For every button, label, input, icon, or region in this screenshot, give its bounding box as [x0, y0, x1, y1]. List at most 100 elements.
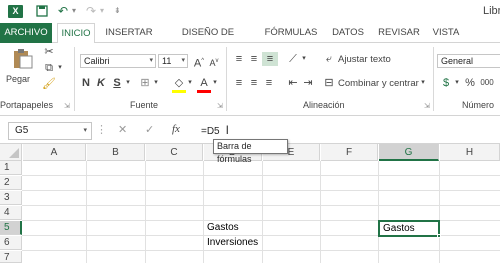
gridline	[22, 250, 500, 251]
orientation-dropdown-icon[interactable]: ▾	[300, 52, 308, 66]
gridline	[145, 161, 146, 263]
font-launcher-icon[interactable]: ⇲	[217, 102, 223, 110]
formula-input[interactable]: =D5 I	[196, 122, 500, 140]
cell-d6[interactable]: Inversiones	[204, 236, 274, 250]
gridline	[86, 161, 87, 263]
column-header-h[interactable]: H	[440, 144, 500, 161]
percent-button[interactable]: %	[464, 76, 476, 90]
font-size-combo[interactable]: 11 ▾	[158, 54, 188, 68]
align-right-icon[interactable]: ≡	[262, 76, 276, 90]
accounting-format-icon[interactable]: $	[439, 76, 453, 90]
merge-center-icon[interactable]: ⊟	[322, 76, 336, 90]
enter-icon[interactable]: ✓	[145, 123, 154, 136]
gridline	[378, 161, 379, 263]
tab-archivo[interactable]: ARCHIVO	[0, 23, 52, 43]
decrease-indent-icon[interactable]: ⇤	[286, 76, 300, 90]
tab-diseno-de-pagina[interactable]: DISEÑO DE PÁGINA	[163, 23, 253, 58]
text-cursor-icon: I	[225, 123, 229, 137]
title-bar: X ↶ ▾ ↷ ▾ ⇟ Libr	[0, 0, 500, 23]
underline-button[interactable]: S	[111, 76, 123, 90]
wrap-text-icon[interactable]: ⤶	[322, 52, 336, 66]
ribbon: Pegar ✂ ⧉ ▾ 🖌 Portapapeles ⇲ Calibri ▾ 1…	[0, 43, 500, 116]
select-all-corner[interactable]	[0, 144, 22, 161]
number-format-combo[interactable]: General	[437, 54, 500, 68]
copy-icon[interactable]: ⧉	[42, 61, 56, 75]
group-label-alignment: Alineación	[303, 100, 345, 110]
italic-button[interactable]: K	[95, 76, 107, 90]
paste-button[interactable]: Pegar	[6, 74, 30, 84]
clipboard-launcher-icon[interactable]: ⇲	[64, 102, 70, 110]
row-header-5[interactable]: 5	[0, 221, 22, 235]
row-header-7[interactable]: 7	[0, 251, 22, 263]
font-size-value: 11	[162, 56, 172, 66]
undo-dropdown-icon[interactable]: ▾	[72, 3, 76, 19]
align-middle-icon[interactable]: ≡	[247, 52, 261, 66]
align-top-icon[interactable]: ≡	[232, 52, 246, 66]
underline-dropdown-icon[interactable]: ▾	[124, 76, 132, 90]
tab-vista[interactable]: VISTA	[430, 23, 462, 43]
gridline	[22, 205, 500, 206]
fill-color-icon[interactable]: ◇	[172, 76, 186, 93]
row-header-2[interactable]: 2	[0, 176, 22, 190]
redo-icon[interactable]: ↷	[86, 3, 96, 19]
alignment-launcher-icon[interactable]: ⇲	[424, 102, 430, 110]
name-box-value: G5	[15, 125, 29, 136]
chevron-down-icon: ▾	[181, 57, 185, 64]
font-name-combo[interactable]: Calibri ▾	[80, 54, 156, 68]
gridline	[320, 161, 321, 263]
tab-formulas[interactable]: FÓRMULAS	[259, 23, 323, 43]
orientation-icon[interactable]: ⟋	[286, 52, 300, 66]
ribbon-tabs: ARCHIVO INICIO INSERTAR DISEÑO DE PÁGINA…	[0, 23, 500, 58]
borders-icon[interactable]: ⊞	[138, 76, 152, 90]
column-header-b[interactable]: B	[87, 144, 145, 161]
increase-indent-icon[interactable]: ⇥	[301, 76, 315, 90]
row-header-3[interactable]: 3	[0, 191, 22, 205]
group-label-number: Número	[462, 100, 495, 110]
insert-function-button[interactable]: fx	[172, 123, 180, 135]
cancel-icon[interactable]: ✕	[118, 123, 127, 136]
divider	[433, 47, 434, 111]
gridline	[22, 190, 500, 191]
redo-dropdown-icon[interactable]: ▾	[100, 3, 104, 19]
fill-color-dropdown-icon[interactable]: ▾	[186, 76, 194, 90]
align-bottom-icon[interactable]: ≡	[262, 52, 278, 66]
copy-dropdown-icon[interactable]: ▾	[56, 61, 64, 75]
tab-revisar[interactable]: REVISAR	[375, 23, 423, 43]
row-header-1[interactable]: 1	[0, 161, 22, 175]
format-painter-icon[interactable]: 🖌	[42, 77, 56, 91]
font-color-dropdown-icon[interactable]: ▾	[211, 76, 219, 90]
undo-icon[interactable]: ↶	[58, 3, 68, 19]
column-header-f[interactable]: F	[321, 144, 378, 161]
paste-icon[interactable]	[10, 47, 38, 69]
align-center-icon[interactable]: ≡	[247, 76, 261, 90]
name-box[interactable]: G5 ▾	[8, 122, 92, 140]
wrap-text-button[interactable]: Ajustar texto	[338, 54, 391, 65]
borders-dropdown-icon[interactable]: ▾	[152, 76, 160, 90]
group-label-font: Fuente	[130, 100, 159, 110]
accounting-dropdown-icon[interactable]: ▾	[453, 76, 461, 90]
tab-datos[interactable]: DATOS	[329, 23, 367, 43]
font-color-icon[interactable]: A	[197, 76, 211, 93]
shrink-font-icon[interactable]: Av	[207, 54, 221, 70]
column-header-g[interactable]: G	[379, 144, 439, 161]
chevron-down-icon: ▾	[149, 57, 153, 64]
row-header-6[interactable]: 6	[0, 236, 22, 250]
thousands-separator-button[interactable]: 000	[478, 76, 496, 90]
align-left-icon[interactable]: ≡	[232, 76, 246, 90]
fill-handle[interactable]	[437, 234, 441, 238]
merge-center-button[interactable]: Combinar y centrar	[338, 78, 419, 89]
save-icon[interactable]	[36, 3, 48, 19]
cut-icon[interactable]: ✂	[42, 45, 56, 59]
column-header-c[interactable]: C	[146, 144, 203, 161]
grow-font-icon[interactable]: A^	[192, 54, 206, 71]
cell-g5-active[interactable]: Gastos	[378, 220, 440, 237]
tab-insertar[interactable]: INSERTAR	[103, 23, 155, 43]
row-header-4[interactable]: 4	[0, 206, 22, 220]
font-name-value: Calibri	[84, 56, 110, 66]
tab-inicio[interactable]: INICIO	[57, 23, 95, 44]
cell-d5[interactable]: Gastos	[204, 221, 262, 235]
merge-dropdown-icon[interactable]: ▾	[419, 76, 427, 90]
bold-button[interactable]: N	[80, 76, 92, 90]
column-header-a[interactable]: A	[23, 144, 86, 161]
customize-quick-access-icon[interactable]: ⇟	[114, 3, 121, 19]
